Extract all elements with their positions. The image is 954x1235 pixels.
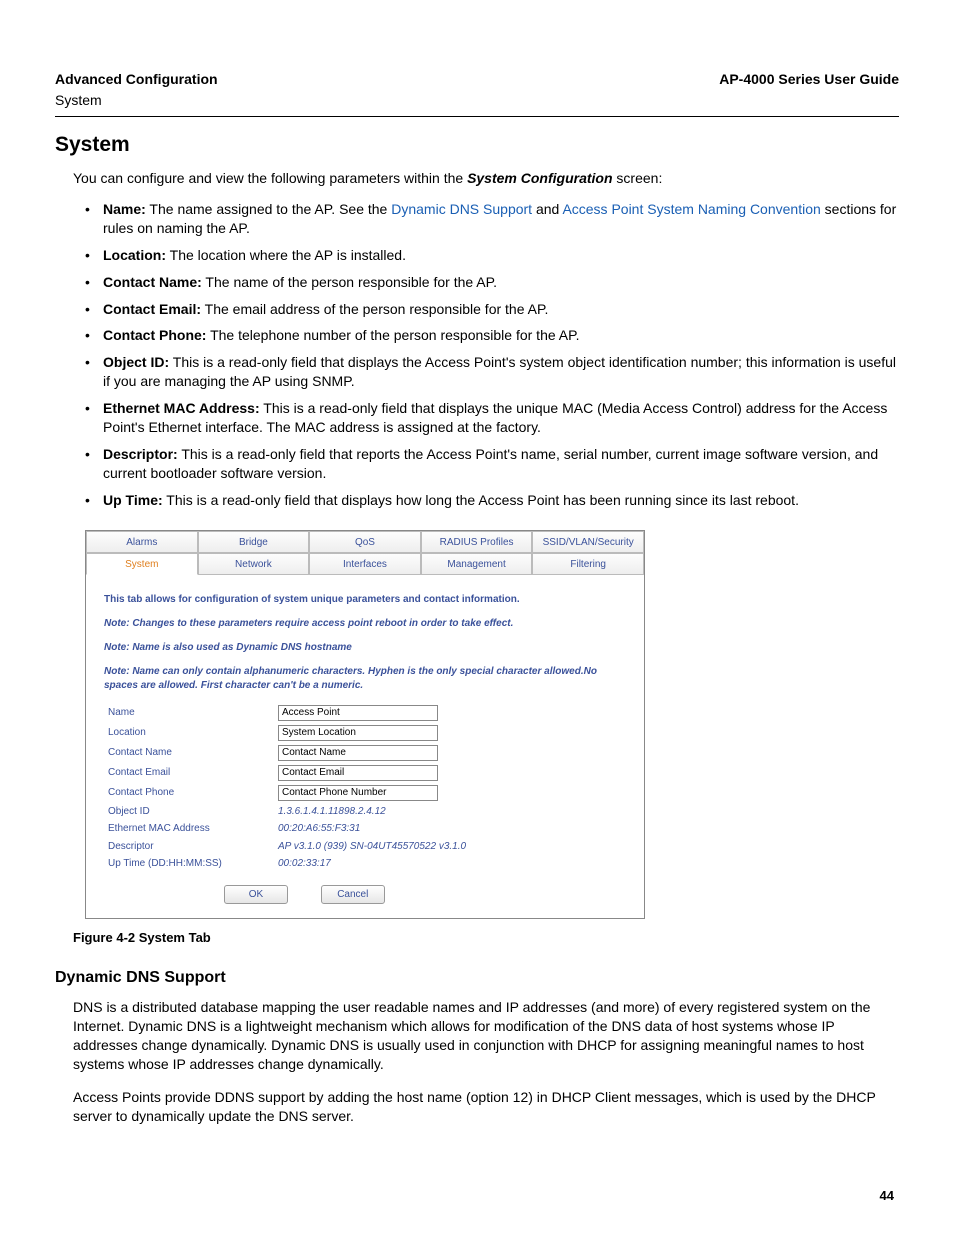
bullet-text: The name of the person responsible for t… bbox=[202, 274, 497, 290]
contact-phone-input[interactable] bbox=[278, 785, 438, 801]
field-label: Location bbox=[104, 723, 274, 743]
list-item: Descriptor: This is a read-only field th… bbox=[85, 445, 899, 483]
intro-paragraph: You can configure and view the following… bbox=[73, 169, 899, 188]
location-input[interactable] bbox=[278, 725, 438, 741]
descriptor-value: AP v3.1.0 (939) SN-04UT45570522 v3.1.0 bbox=[274, 838, 626, 856]
screenshot-panel: Alarms Bridge QoS RADIUS Profiles SSID/V… bbox=[85, 530, 645, 920]
list-item: Location: The location where the AP is i… bbox=[85, 246, 899, 265]
bullet-label: Descriptor: bbox=[103, 446, 178, 462]
mac-value: 00:20:A6:55:F3:31 bbox=[274, 820, 626, 838]
tab-filtering[interactable]: Filtering bbox=[532, 553, 644, 575]
table-row: Descriptor AP v3.1.0 (939) SN-04UT455705… bbox=[104, 838, 626, 856]
field-label: Ethernet MAC Address bbox=[104, 820, 274, 838]
bullet-label: Contact Email: bbox=[103, 301, 201, 317]
bullet-text: The name assigned to the AP. See the bbox=[146, 201, 391, 217]
field-label: Descriptor bbox=[104, 838, 274, 856]
tab-system[interactable]: System bbox=[86, 553, 198, 575]
bullet-text: The telephone number of the person respo… bbox=[206, 327, 579, 343]
bullet-label: Object ID: bbox=[103, 354, 169, 370]
section-title: System bbox=[55, 131, 899, 159]
field-label: Up Time (DD:HH:MM:SS) bbox=[104, 855, 274, 873]
list-item: Contact Email: The email address of the … bbox=[85, 300, 899, 319]
bullet-label: Ethernet MAC Address: bbox=[103, 400, 260, 416]
tab-radius[interactable]: RADIUS Profiles bbox=[421, 531, 533, 553]
form-table: Name Location Contact Name Contact Email… bbox=[104, 703, 626, 873]
contact-name-input[interactable] bbox=[278, 745, 438, 761]
paragraph: DNS is a distributed database mapping th… bbox=[73, 998, 899, 1074]
tab-interfaces[interactable]: Interfaces bbox=[309, 553, 421, 575]
intro-pre: You can configure and view the following… bbox=[73, 170, 467, 186]
list-item: Contact Phone: The telephone number of t… bbox=[85, 326, 899, 345]
tab-qos[interactable]: QoS bbox=[309, 531, 421, 553]
name-input[interactable] bbox=[278, 705, 438, 721]
object-id-value: 1.3.6.1.4.1.11898.2.4.12 bbox=[274, 803, 626, 821]
table-row: Object ID 1.3.6.1.4.1.11898.2.4.12 bbox=[104, 803, 626, 821]
contact-email-input[interactable] bbox=[278, 765, 438, 781]
subsection-title: Dynamic DNS Support bbox=[55, 967, 899, 989]
field-label: Name bbox=[104, 703, 274, 723]
table-row: Name bbox=[104, 703, 626, 723]
page-number: 44 bbox=[880, 1187, 894, 1205]
table-row: Contact Name bbox=[104, 743, 626, 763]
table-row: Location bbox=[104, 723, 626, 743]
panel-note: Note: Name can only contain alphanumeric… bbox=[104, 665, 626, 693]
link-ddns[interactable]: Dynamic DNS Support bbox=[391, 201, 532, 217]
panel-note: Note: Name is also used as Dynamic DNS h… bbox=[104, 641, 626, 655]
list-item: Name: The name assigned to the AP. See t… bbox=[85, 200, 899, 238]
paragraph: Access Points provide DDNS support by ad… bbox=[73, 1088, 899, 1126]
panel-note: Note: Changes to these parameters requir… bbox=[104, 617, 626, 631]
bullet-list: Name: The name assigned to the AP. See t… bbox=[85, 200, 899, 510]
bullet-label: Contact Phone: bbox=[103, 327, 206, 343]
header-left: Advanced Configuration bbox=[55, 70, 218, 89]
uptime-value: 00:02:33:17 bbox=[274, 855, 626, 873]
table-row: Ethernet MAC Address 00:20:A6:55:F3:31 bbox=[104, 820, 626, 838]
field-label: Object ID bbox=[104, 803, 274, 821]
bullet-text: The email address of the person responsi… bbox=[201, 301, 548, 317]
header-right: AP-4000 Series User Guide bbox=[719, 70, 899, 89]
field-label: Contact Phone bbox=[104, 783, 274, 803]
ok-button[interactable]: OK bbox=[224, 885, 288, 905]
figure-caption: Figure 4-2 System Tab bbox=[73, 929, 899, 947]
list-item: Up Time: This is a read-only field that … bbox=[85, 491, 899, 510]
table-row: Contact Email bbox=[104, 763, 626, 783]
bullet-label: Location: bbox=[103, 247, 166, 263]
tab-network[interactable]: Network bbox=[198, 553, 310, 575]
bullet-label: Name: bbox=[103, 201, 146, 217]
bullet-label: Up Time: bbox=[103, 492, 163, 508]
bullet-text: The location where the AP is installed. bbox=[166, 247, 406, 263]
list-item: Object ID: This is a read-only field tha… bbox=[85, 353, 899, 391]
tab-row-top: Alarms Bridge QoS RADIUS Profiles SSID/V… bbox=[86, 531, 644, 553]
intro-em: System Configuration bbox=[467, 170, 612, 186]
header-sub: System bbox=[55, 91, 899, 110]
tab-alarms[interactable]: Alarms bbox=[86, 531, 198, 553]
table-row: Up Time (DD:HH:MM:SS) 00:02:33:17 bbox=[104, 855, 626, 873]
list-item: Ethernet MAC Address: This is a read-onl… bbox=[85, 399, 899, 437]
bullet-text: This is a read-only field that displays … bbox=[103, 354, 896, 389]
field-label: Contact Name bbox=[104, 743, 274, 763]
bullet-label: Contact Name: bbox=[103, 274, 202, 290]
tab-ssid[interactable]: SSID/VLAN/Security bbox=[532, 531, 644, 553]
link-naming-convention[interactable]: Access Point System Naming Convention bbox=[562, 201, 820, 217]
bullet-text: This is a read-only field that displays … bbox=[163, 492, 799, 508]
field-label: Contact Email bbox=[104, 763, 274, 783]
bullet-text: and bbox=[532, 201, 562, 217]
panel-desc: This tab allows for configuration of sys… bbox=[104, 593, 626, 607]
intro-post: screen: bbox=[613, 170, 663, 186]
tab-management[interactable]: Management bbox=[421, 553, 533, 575]
tab-bridge[interactable]: Bridge bbox=[198, 531, 310, 553]
list-item: Contact Name: The name of the person res… bbox=[85, 273, 899, 292]
table-row: Contact Phone bbox=[104, 783, 626, 803]
tab-row-bottom: System Network Interfaces Management Fil… bbox=[86, 553, 644, 575]
header-rule bbox=[55, 116, 899, 117]
cancel-button[interactable]: Cancel bbox=[321, 885, 385, 905]
bullet-text: This is a read-only field that reports t… bbox=[103, 446, 878, 481]
